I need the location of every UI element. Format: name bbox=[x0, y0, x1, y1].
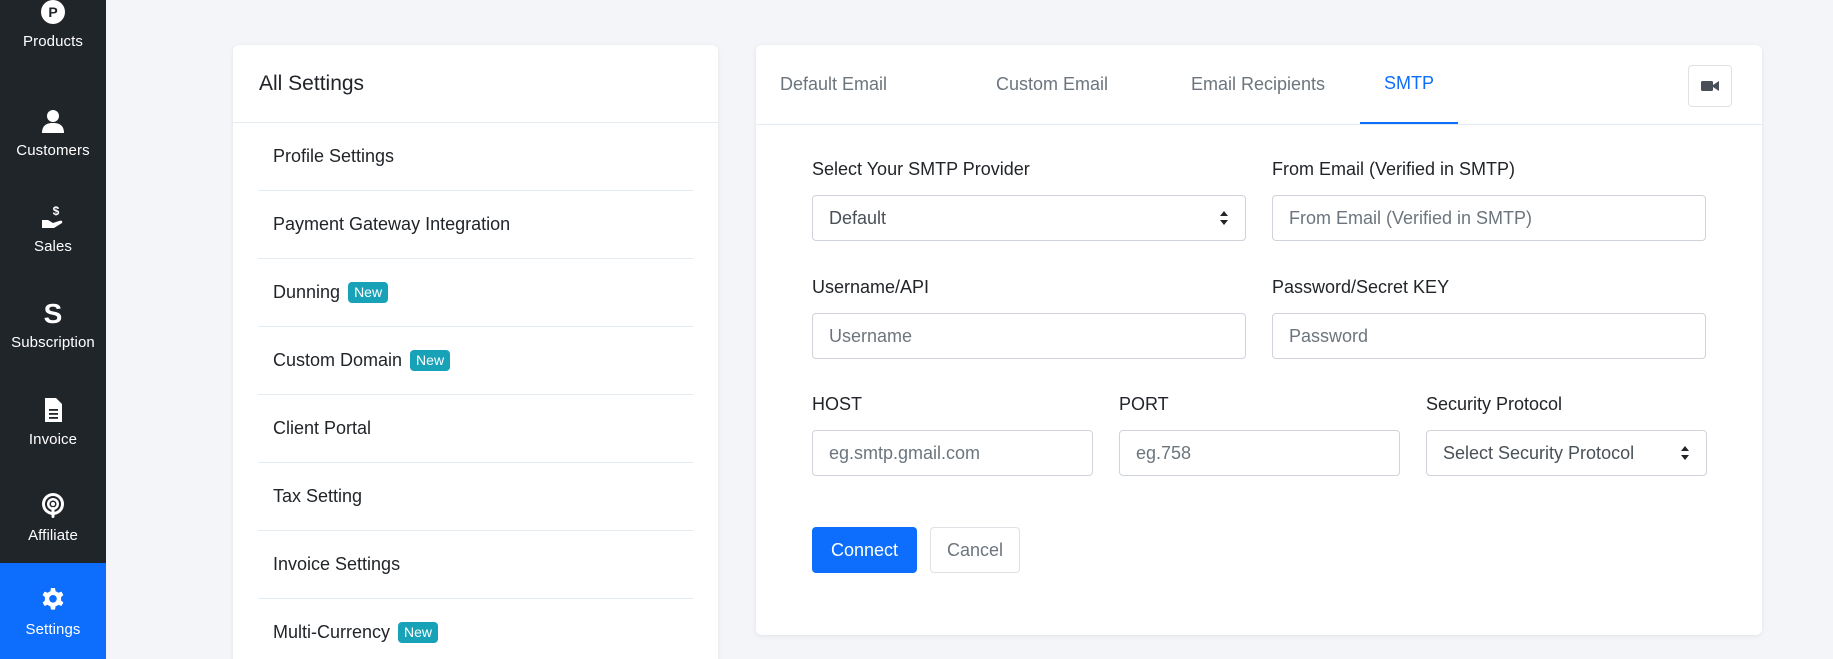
settings-item-label: Custom Domain bbox=[273, 350, 403, 370]
tab-email-recipients[interactable]: Email Recipients bbox=[1167, 45, 1349, 123]
new-badge: New bbox=[410, 349, 451, 372]
security-protocol-label: Security Protocol bbox=[1426, 394, 1563, 414]
svg-text:P: P bbox=[48, 4, 57, 20]
subscription-s-icon: S bbox=[38, 298, 68, 328]
password-input[interactable] bbox=[1272, 313, 1706, 359]
settings-item-dunning[interactable]: Dunning New bbox=[258, 259, 693, 327]
user-icon bbox=[38, 106, 68, 136]
sort-caret-icon bbox=[1680, 445, 1690, 461]
settings-item-invoice-settings[interactable]: Invoice Settings bbox=[258, 531, 693, 599]
password-label: Password/Secret KEY bbox=[1272, 277, 1450, 297]
settings-item-tax[interactable]: Tax Setting bbox=[258, 463, 693, 531]
settings-item-client-portal[interactable]: Client Portal bbox=[258, 395, 693, 463]
settings-item-multi-currency[interactable]: Multi-Currency New bbox=[258, 599, 693, 659]
email-tabs: Default Email Custom Email Email Recipie… bbox=[756, 45, 1762, 125]
sidebar-item-invoice[interactable]: Invoice bbox=[0, 373, 106, 469]
smtp-provider-value: Default bbox=[829, 207, 887, 228]
settings-list: Profile Settings Payment Gateway Integra… bbox=[233, 123, 718, 659]
sidebar-item-sales[interactable]: $ Sales bbox=[0, 180, 106, 276]
new-badge: New bbox=[348, 281, 389, 304]
port-input[interactable] bbox=[1119, 430, 1400, 476]
settings-item-label: Client Portal bbox=[273, 418, 372, 438]
settings-item-payment-gateway[interactable]: Payment Gateway Integration bbox=[258, 191, 693, 259]
video-tutorial-button[interactable] bbox=[1688, 65, 1732, 107]
connect-button[interactable]: Connect bbox=[812, 527, 917, 573]
settings-item-custom-domain[interactable]: Custom Domain New bbox=[258, 327, 693, 395]
sidebar-item-label: Subscription bbox=[11, 333, 95, 351]
settings-item-label: Profile Settings bbox=[273, 146, 395, 166]
sort-caret-icon bbox=[1219, 210, 1229, 226]
hand-dollar-icon: $ bbox=[38, 202, 68, 232]
new-badge: New bbox=[398, 621, 439, 644]
products-icon: P bbox=[38, 0, 68, 27]
podcast-icon bbox=[38, 491, 68, 521]
port-label: PORT bbox=[1119, 394, 1169, 414]
svg-text:S: S bbox=[44, 300, 63, 326]
security-protocol-value: Select Security Protocol bbox=[1443, 442, 1635, 463]
tab-default-email[interactable]: Default Email bbox=[756, 45, 911, 123]
settings-item-label: Payment Gateway Integration bbox=[273, 214, 511, 234]
from-email-input[interactable] bbox=[1272, 195, 1706, 241]
settings-item-profile[interactable]: Profile Settings bbox=[258, 123, 693, 191]
smtp-panel: Default Email Custom Email Email Recipie… bbox=[756, 45, 1762, 635]
settings-item-label: Invoice Settings bbox=[273, 554, 401, 574]
sidebar-item-label: Affiliate bbox=[28, 526, 78, 544]
sidebar-item-subscription[interactable]: S Subscription bbox=[0, 276, 106, 372]
cancel-button[interactable]: Cancel bbox=[930, 527, 1020, 573]
provider-label: Select Your SMTP Provider bbox=[812, 159, 1030, 179]
sidebar-item-label: Products bbox=[23, 32, 83, 50]
host-input[interactable] bbox=[812, 430, 1093, 476]
sidebar-item-label: Invoice bbox=[28, 430, 78, 448]
settings-title: All Settings bbox=[233, 45, 718, 123]
sidebar-item-label: Sales bbox=[33, 237, 73, 255]
settings-item-label: Dunning bbox=[273, 282, 341, 302]
sidebar: P Products Customers $ Sales S Subscript… bbox=[0, 0, 106, 659]
gear-icon bbox=[38, 585, 68, 615]
host-label: HOST bbox=[812, 394, 863, 414]
username-input[interactable] bbox=[812, 313, 1246, 359]
sidebar-item-label: Customers bbox=[16, 141, 90, 159]
tab-custom-email[interactable]: Custom Email bbox=[972, 45, 1132, 123]
smtp-provider-select[interactable]: Default bbox=[812, 195, 1246, 241]
video-camera-icon bbox=[1701, 81, 1719, 91]
from-email-label: From Email (Verified in SMTP) bbox=[1272, 159, 1516, 179]
security-protocol-select[interactable]: Select Security Protocol bbox=[1426, 430, 1707, 476]
tab-smtp[interactable]: SMTP bbox=[1360, 45, 1459, 124]
sidebar-item-products[interactable]: P Products bbox=[0, 0, 106, 71]
document-icon bbox=[38, 395, 68, 425]
username-label: Username/API bbox=[812, 277, 930, 297]
sidebar-item-label: Settings bbox=[25, 620, 81, 638]
sidebar-item-settings[interactable]: Settings bbox=[0, 563, 106, 659]
svg-text:$: $ bbox=[53, 204, 60, 218]
settings-panel: All Settings Profile Settings Payment Ga… bbox=[233, 45, 718, 659]
sidebar-item-affiliate[interactable]: Affiliate bbox=[0, 469, 106, 565]
settings-item-label: Multi-Currency bbox=[273, 622, 391, 642]
sidebar-item-customers[interactable]: Customers bbox=[0, 84, 106, 180]
settings-item-label: Tax Setting bbox=[273, 486, 363, 506]
